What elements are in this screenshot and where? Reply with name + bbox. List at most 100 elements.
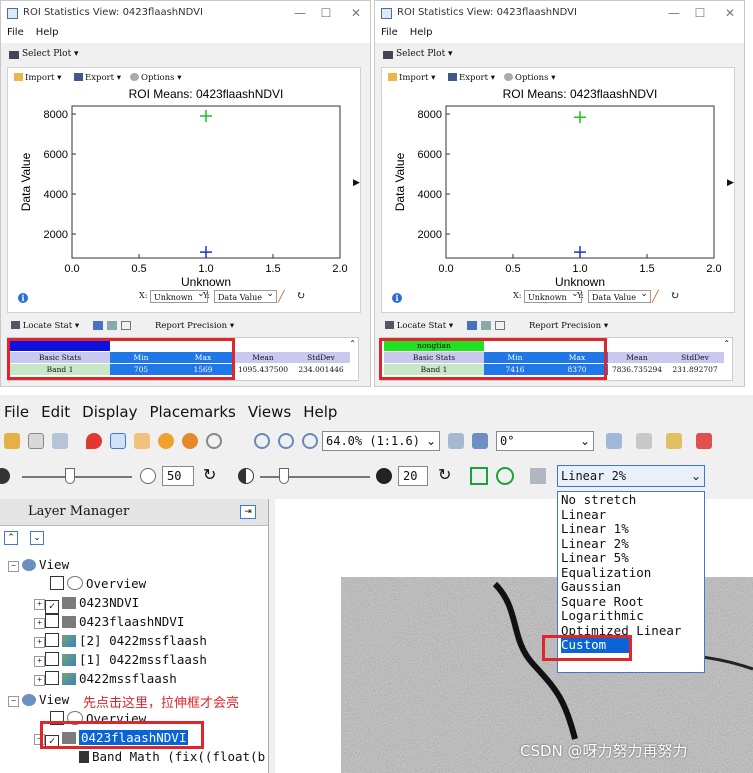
close-button[interactable]: ✕ <box>719 5 741 21</box>
menu-placemarks[interactable]: Placemarks <box>149 403 235 421</box>
link-icon[interactable] <box>606 433 622 449</box>
cell-max[interactable]: 1569 <box>172 364 234 375</box>
refresh-icon[interactable]: ↻ <box>296 289 305 302</box>
placemark-icon[interactable] <box>86 433 102 449</box>
dock-icon[interactable]: ⇥ <box>240 505 256 519</box>
tree-layer-0423flaashndvi[interactable]: +0423flaashNDVI <box>34 612 184 631</box>
refresh-icon[interactable]: ↻ <box>670 289 679 302</box>
minimize-button[interactable]: — <box>289 5 311 21</box>
scroll-up-icon[interactable]: ⌃ <box>723 339 730 348</box>
stretch-option[interactable]: Equalization <box>561 565 651 581</box>
menu-help[interactable]: Help <box>303 403 337 421</box>
data-manager-icon[interactable] <box>28 433 44 449</box>
collapse-all-icon[interactable]: ⌃ <box>4 531 18 545</box>
stretch-option[interactable]: Square Root <box>561 594 644 610</box>
cell-mean[interactable]: 1095.437500 <box>234 364 292 375</box>
zoom-icon[interactable] <box>206 433 222 449</box>
menu-file[interactable]: File <box>7 27 24 38</box>
zoom-combo[interactable]: 64.0% (1:1.6) ⌄ <box>322 431 440 451</box>
pencil-icon[interactable]: ╱ <box>652 290 659 303</box>
open-folder-icon[interactable] <box>4 433 20 449</box>
view-icon-1[interactable] <box>467 321 477 330</box>
zoom-fit-icon[interactable] <box>302 433 318 449</box>
stretch-option[interactable]: Linear 5% <box>561 550 629 566</box>
checkbox[interactable] <box>45 652 59 666</box>
report-precision-button[interactable]: Report Precision ▾ <box>529 321 608 331</box>
checkbox[interactable] <box>45 671 59 685</box>
expand-all-icon[interactable]: ⌄ <box>30 531 44 545</box>
expand-icon[interactable]: + <box>34 599 45 610</box>
pan-hand-icon[interactable] <box>134 433 150 449</box>
stretch-options-icon[interactable] <box>530 468 546 484</box>
vector-icon[interactable] <box>636 433 652 449</box>
stretch-option[interactable]: Linear 2% <box>561 536 629 552</box>
copy-icon[interactable] <box>495 321 505 330</box>
info-icon[interactable]: i <box>392 293 402 303</box>
locate-stat-button[interactable]: Locate Stat ▾ <box>385 321 453 331</box>
expand-arrow-icon[interactable]: ▶ <box>727 178 735 192</box>
menu-file[interactable]: File <box>4 403 29 421</box>
checkbox[interactable]: ✓ <box>45 735 59 749</box>
report-precision-button[interactable]: Report Precision ▾ <box>155 321 234 331</box>
checkbox[interactable] <box>45 633 59 647</box>
zoom-out-icon[interactable] <box>278 433 294 449</box>
y-axis-select[interactable]: Data Value <box>214 288 277 303</box>
expand-icon[interactable]: + <box>34 618 45 629</box>
stretch-extent-icon[interactable] <box>470 467 488 485</box>
tree-view-2[interactable]: − View <box>8 690 69 709</box>
reset-brightness-icon[interactable]: ↻ <box>203 465 216 484</box>
cell-min[interactable]: 705 <box>110 364 172 375</box>
info-icon[interactable]: i <box>18 293 28 303</box>
reset-contrast-icon[interactable]: ↻ <box>438 465 451 484</box>
tool-icon[interactable] <box>696 433 712 449</box>
x-axis-select[interactable]: Unknown <box>524 288 582 303</box>
checkbox[interactable] <box>50 711 64 725</box>
rotate-icon[interactable] <box>182 433 198 449</box>
locate-stat-button[interactable]: Locate Stat ▾ <box>11 321 79 331</box>
expand-arrow-icon[interactable]: ▶ <box>353 178 361 192</box>
cell-stddev[interactable]: 231.892707 <box>666 364 724 375</box>
tree-layer-0423ndvi[interactable]: + ✓ 0423NDVI <box>34 593 139 614</box>
view-icon-2[interactable] <box>107 321 117 330</box>
stretch-option[interactable]: Optimized Linear <box>561 623 681 639</box>
contrast-input[interactable]: 20 <box>398 466 428 486</box>
stretch-view-icon[interactable] <box>496 467 514 485</box>
expand-icon[interactable]: + <box>34 675 45 686</box>
pencil-icon[interactable]: ╱ <box>278 290 285 303</box>
collapse-icon[interactable]: − <box>34 734 45 745</box>
stretch-option[interactable]: Logarithmic <box>561 608 644 624</box>
tree-layer-1-0422mssflaash[interactable]: + [1] 0422mssflaash <box>34 650 207 669</box>
tree-overview-2[interactable]: Overview <box>50 709 146 728</box>
view-icon-2[interactable] <box>481 321 491 330</box>
stretch-option[interactable]: Linear <box>561 507 606 523</box>
tree-view-1[interactable]: − View <box>8 555 69 574</box>
brightness-input[interactable]: 50 <box>162 466 194 486</box>
cell-min[interactable]: 7416 <box>484 364 546 375</box>
minimize-button[interactable]: — <box>663 5 685 21</box>
menu-help[interactable]: Help <box>410 27 433 38</box>
select-arrow-icon[interactable] <box>110 433 126 449</box>
x-axis-select[interactable]: Unknown <box>150 288 208 303</box>
rotation-combo[interactable]: 0° ⌄ <box>496 431 594 451</box>
fly-icon[interactable] <box>158 433 174 449</box>
zoom-in-icon[interactable] <box>254 433 270 449</box>
rotate-left-icon[interactable] <box>448 433 464 449</box>
stretch-type-select[interactable]: Linear 2% ⌄ <box>557 465 705 487</box>
select-plot-button[interactable]: Select Plot ▾ <box>22 49 79 59</box>
layer-icon[interactable] <box>52 433 68 449</box>
tree-layer-2-0422mssflaash[interactable]: + [2] 0422mssflaash <box>34 631 207 650</box>
cell-stddev[interactable]: 234.001446 <box>292 364 350 375</box>
roi-name-swatch[interactable]: nongtian <box>384 340 484 351</box>
menu-file[interactable]: File <box>381 27 398 38</box>
maximize-button[interactable]: ☐ <box>689 5 711 21</box>
copy-icon[interactable] <box>121 321 131 330</box>
roi-name-swatch[interactable] <box>10 340 110 351</box>
contrast-slider-handle[interactable] <box>279 468 289 484</box>
collapse-icon[interactable]: − <box>8 696 19 707</box>
menu-help[interactable]: Help <box>36 27 59 38</box>
tree-layer-0422mssflaash[interactable]: +0422mssflaash <box>34 669 177 688</box>
menu-display[interactable]: Display <box>82 403 137 421</box>
view-icon-1[interactable] <box>93 321 103 330</box>
stretch-option[interactable]: No stretch <box>561 492 636 508</box>
tree-overview-1[interactable]: Overview <box>50 574 146 593</box>
